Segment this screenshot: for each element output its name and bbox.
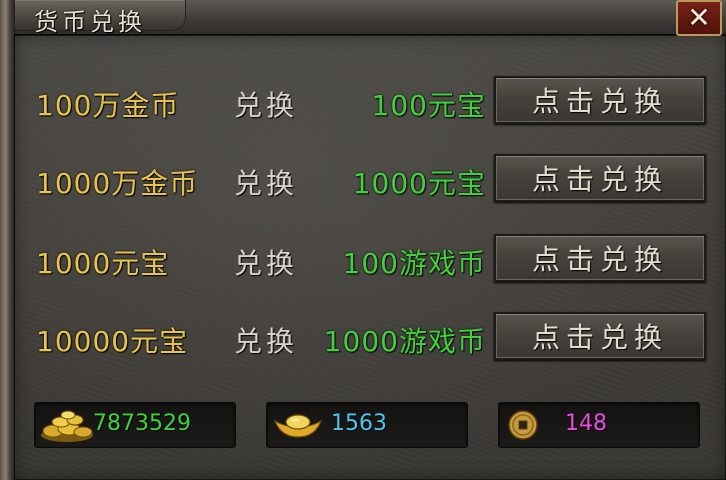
exchange-verb: 兑换 bbox=[234, 167, 299, 200]
exchange-button[interactable]: 点击兑换 bbox=[494, 312, 706, 360]
exchange-button[interactable]: 点击兑换 bbox=[494, 76, 706, 124]
exchange-gain: 1000元宝 bbox=[352, 167, 486, 200]
exchange-button[interactable]: 点击兑换 bbox=[494, 234, 706, 282]
exchange-row: 1000元宝 兑换 100游戏币 点击兑换 bbox=[0, 234, 726, 290]
game-coin-balance: 148 bbox=[565, 411, 607, 436]
gold-ingot-icon bbox=[273, 414, 323, 438]
close-button[interactable]: ✕ bbox=[676, 0, 722, 36]
exchange-button[interactable]: 点击兑换 bbox=[494, 154, 706, 202]
exchange-row: 100万金币 兑换 100元宝 点击兑换 bbox=[0, 76, 726, 132]
exchange-cost: 1000元宝 bbox=[36, 247, 170, 280]
exchange-gain: 100元宝 bbox=[371, 89, 486, 122]
exchange-verb: 兑换 bbox=[234, 89, 299, 122]
currency-exchange-panel: 货币兑换 ✕ 100万金币 兑换 100元宝 点击兑换 1000万金币 兑换 1… bbox=[0, 0, 726, 480]
exchange-verb: 兑换 bbox=[234, 325, 299, 358]
gold-coin-pile-icon bbox=[41, 410, 93, 442]
exchange-row: 1000万金币 兑换 1000元宝 点击兑换 bbox=[0, 154, 726, 210]
exchange-verb: 兑换 bbox=[234, 247, 299, 280]
wallet-yuanbao: 1563 bbox=[266, 402, 468, 448]
exchange-row: 10000元宝 兑换 1000游戏币 点击兑换 bbox=[0, 312, 726, 368]
exchange-cost: 100万金币 bbox=[36, 89, 180, 122]
close-icon: ✕ bbox=[687, 1, 711, 34]
exchange-cost: 1000万金币 bbox=[36, 167, 199, 200]
exchange-gain: 1000游戏币 bbox=[323, 325, 486, 358]
wallet-game-coin: 148 bbox=[498, 402, 700, 448]
exchange-cost: 10000元宝 bbox=[36, 325, 189, 358]
exchange-gain: 100游戏币 bbox=[342, 247, 486, 280]
yuanbao-balance: 1563 bbox=[331, 411, 387, 436]
window-title: 货币兑换 bbox=[34, 8, 146, 36]
gold-balance: 7873529 bbox=[93, 411, 191, 436]
wallet-gold: 7873529 bbox=[34, 402, 236, 448]
copper-coin-icon bbox=[508, 410, 538, 440]
